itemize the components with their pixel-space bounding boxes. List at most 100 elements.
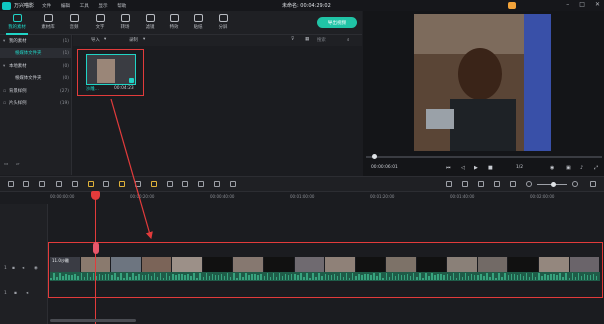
main-toolbar: 我的素材 素材库 音频 文字 转场 滤镜 特效 贴纸 分屏 xyxy=(0,11,362,35)
sidebar-item-root-folder[interactable]: 根媒体文件夹 (1) xyxy=(0,48,72,58)
previous-frame-icon[interactable]: ⏮ xyxy=(446,165,451,171)
tool-audio[interactable]: 音频 xyxy=(63,13,85,34)
audio-icon xyxy=(69,14,79,22)
library-icon xyxy=(43,14,53,22)
keyframe-icon[interactable] xyxy=(119,181,125,187)
sidebar-item-label: 我的素材 xyxy=(9,39,27,44)
menu-item-help[interactable]: 帮助 xyxy=(117,4,126,9)
snap-icon[interactable] xyxy=(510,181,516,187)
crop-icon[interactable] xyxy=(72,181,78,187)
tool-filter[interactable]: 滤镜 xyxy=(139,13,161,34)
voiceover-icon[interactable] xyxy=(494,181,500,187)
timeline-ruler[interactable]: 00:00:00:00 00:00:20:00 00:00:40:00 00:0… xyxy=(46,192,604,204)
speed-icon[interactable] xyxy=(103,181,109,187)
export-button[interactable]: 导出视频 xyxy=(317,17,357,28)
grid-view-icon[interactable]: ▦ xyxy=(305,37,309,42)
cut-icon[interactable] xyxy=(56,181,62,187)
menu-bar: 文件 编辑 工具 显示 帮助 xyxy=(34,3,126,9)
adjust-icon[interactable] xyxy=(182,181,188,187)
tool-label: 贴纸 xyxy=(193,25,203,30)
fit-timeline-icon[interactable] xyxy=(590,181,596,187)
maximize-icon[interactable]: □ xyxy=(579,1,585,8)
folder-icon: ▫ xyxy=(3,100,6,106)
mute-icon[interactable]: ◂ xyxy=(22,266,24,271)
sidebar-item-local-media[interactable]: ▾ 本地素材 (0) xyxy=(0,61,72,71)
premium-crown-icon[interactable] xyxy=(508,2,516,9)
preview-scrubber[interactable] xyxy=(372,154,377,159)
quality-selector[interactable]: 1/2 xyxy=(516,165,523,170)
render-icon[interactable] xyxy=(446,181,452,187)
import-dropdown[interactable]: 导入 xyxy=(91,37,100,43)
zoom-slider-handle[interactable] xyxy=(551,182,556,187)
step-back-icon[interactable]: ◁ xyxy=(461,165,465,171)
new-folder-icon[interactable]: ▭ xyxy=(4,162,8,167)
chevron-down-icon[interactable]: ▾ xyxy=(143,37,145,42)
tool-my-media[interactable]: 我的素材 xyxy=(6,13,28,34)
sidebar-item-intro-samples[interactable]: ▫ 片头样例 (19) xyxy=(0,98,72,108)
search-input[interactable]: 搜索 xyxy=(317,37,351,44)
delete-icon[interactable] xyxy=(39,181,45,187)
chevron-down-icon[interactable]: ▾ xyxy=(104,37,106,42)
playhead-handle[interactable] xyxy=(91,191,100,200)
tool-effects[interactable]: 特效 xyxy=(163,13,185,34)
playhead-knob[interactable] xyxy=(93,242,99,254)
zoom-icon[interactable] xyxy=(151,181,157,187)
folder-open-icon[interactable]: ▱ xyxy=(16,162,19,167)
menu-item-file[interactable]: 文件 xyxy=(42,4,51,9)
lock-icon[interactable]: ▪ xyxy=(12,266,15,271)
media-sidebar: ▾ 我的素材 (1) 根媒体文件夹 (1) ▾ 本地素材 (0) 根媒体文件夹 … xyxy=(0,35,72,175)
play-icon[interactable]: ▶ xyxy=(474,165,478,171)
timeline-playhead[interactable] xyxy=(95,192,96,324)
rotate-icon[interactable] xyxy=(167,181,173,187)
detach-audio-icon[interactable] xyxy=(214,181,220,187)
redo-icon[interactable] xyxy=(23,181,29,187)
filter-icon[interactable]: ⊽ xyxy=(291,37,294,42)
preview-progress-bar[interactable] xyxy=(366,156,602,158)
stabilize-icon[interactable] xyxy=(135,181,141,187)
zoom-in-icon[interactable] xyxy=(572,181,578,187)
eye-icon[interactable]: ◉ xyxy=(34,266,38,271)
sidebar-item-my-media[interactable]: ▾ 我的素材 (1) xyxy=(0,36,72,46)
thumbnail-image xyxy=(97,59,115,83)
marker-icon[interactable] xyxy=(462,181,468,187)
sidebar-item-label: 片头样例 xyxy=(9,101,27,106)
lock-icon[interactable]: ▪ xyxy=(14,291,17,296)
filter-icon xyxy=(145,14,155,22)
fullscreen-icon[interactable]: ⤢ xyxy=(594,165,598,171)
video-frame-image xyxy=(414,14,551,151)
menu-item-tools[interactable]: 工具 xyxy=(80,4,89,9)
tool-text[interactable]: 文字 xyxy=(89,13,111,34)
snapshot-icon[interactable]: ▣ xyxy=(566,165,571,171)
close-icon[interactable]: ✕ xyxy=(595,1,600,8)
search-icon[interactable]: ⌕ xyxy=(347,37,349,43)
camera-icon[interactable]: ◉ xyxy=(550,165,554,171)
menu-item-view[interactable]: 显示 xyxy=(98,4,107,9)
sidebar-item-background-samples[interactable]: ▫ 背景样例 (27) xyxy=(0,86,72,96)
tool-transition[interactable]: 转场 xyxy=(114,13,136,34)
speaker-icon[interactable]: ◂ xyxy=(26,291,28,296)
sidebar-item-count: (0) xyxy=(62,75,69,81)
sidebar-item-local-root-folder[interactable]: 根媒体文件夹 (0) xyxy=(0,73,72,83)
volume-icon[interactable]: ♪ xyxy=(580,165,583,171)
record-dropdown[interactable]: 录制 xyxy=(129,37,138,43)
undo-icon[interactable] xyxy=(8,181,14,187)
tool-library[interactable]: 素材库 xyxy=(37,13,59,34)
sticker-icon xyxy=(193,14,203,22)
tool-split-screen[interactable]: 分屏 xyxy=(212,13,234,34)
media-thumbnail[interactable] xyxy=(86,54,136,85)
minimize-icon[interactable]: – xyxy=(566,1,569,8)
stop-icon[interactable]: ■ xyxy=(488,165,493,171)
tool-sticker[interactable]: 贴纸 xyxy=(187,13,209,34)
audio-mixer-icon[interactable] xyxy=(230,181,236,187)
ruler-tick: 00:00:20:00 xyxy=(130,194,155,199)
mic-icon[interactable] xyxy=(478,181,484,187)
menu-item-edit[interactable]: 编辑 xyxy=(61,4,70,9)
track-headers: 1 ▪ ◂ ◉ 1 ▪ ◂ xyxy=(0,204,48,324)
mask-icon[interactable] xyxy=(198,181,204,187)
app-logo-icon xyxy=(2,1,11,10)
sidebar-item-count: (0) xyxy=(62,63,69,69)
zoom-out-icon[interactable] xyxy=(526,181,532,187)
timeline-horizontal-scrollbar[interactable] xyxy=(50,319,136,322)
media-duration: 00:04:23 xyxy=(114,86,134,91)
color-icon[interactable] xyxy=(88,181,94,187)
